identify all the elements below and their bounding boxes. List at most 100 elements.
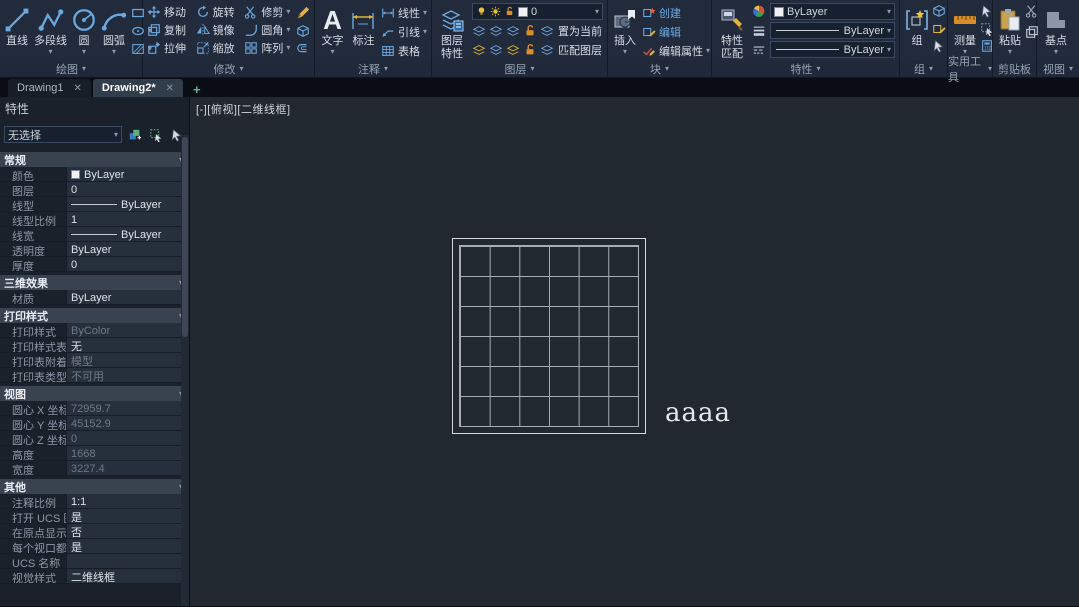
rotate-button[interactable]: 旋转: [196, 3, 237, 20]
table-button[interactable]: 表格: [381, 42, 427, 59]
layer-unisolate-tool-icon[interactable]: [489, 43, 503, 57]
layer-unlock-tool-icon[interactable]: [523, 43, 537, 57]
panel-label-layers[interactable]: 图层▾: [432, 61, 607, 77]
paste-button[interactable]: 粘贴 ▾: [997, 3, 1023, 56]
drawing-text[interactable]: aaaa: [665, 398, 731, 428]
lineweight-icon[interactable]: [752, 24, 766, 38]
scale-button[interactable]: 缩放: [196, 39, 237, 56]
group-button[interactable]: 组: [904, 3, 930, 48]
close-icon[interactable]: ✕: [166, 83, 174, 94]
text-button[interactable]: A 文字 ▾: [319, 3, 346, 56]
property-value[interactable]: ByLayer: [66, 290, 189, 304]
quick-select-icon[interactable]: [980, 4, 994, 18]
move-button[interactable]: 移动: [147, 3, 188, 20]
explode-button[interactable]: [296, 22, 310, 39]
set-current-button[interactable]: 置为当前: [558, 22, 602, 39]
section-header[interactable]: 打印样式▾: [0, 308, 189, 323]
drawing-grid[interactable]: [459, 245, 639, 427]
panel-label-block[interactable]: 块▾: [608, 61, 711, 77]
property-value[interactable]: 3227.4: [66, 461, 189, 475]
select-all-icon[interactable]: [980, 22, 994, 36]
panel-label-utilities[interactable]: 实用工具▾: [948, 61, 992, 77]
circle-button[interactable]: 圆 ▾: [71, 3, 97, 56]
group-select-icon[interactable]: [932, 39, 946, 53]
property-value[interactable]: 不可用: [66, 368, 189, 382]
group-edit-icon[interactable]: [932, 22, 946, 36]
erase-button[interactable]: [296, 4, 310, 21]
tab-drawing2[interactable]: Drawing2* ✕: [93, 79, 183, 97]
leader-button[interactable]: 引线▾: [381, 23, 427, 40]
select-objects-button[interactable]: [147, 127, 164, 142]
palette-scrollbar[interactable]: [181, 135, 189, 606]
panel-label-view[interactable]: 视图▾: [1037, 61, 1079, 77]
panel-label-draw[interactable]: 绘图▾: [0, 61, 142, 77]
stretch-button[interactable]: 拉伸: [147, 39, 188, 56]
model-space-canvas[interactable]: [-][俯视][二维线框] aaaa: [190, 97, 1079, 606]
match-layer-button[interactable]: 匹配图层: [558, 41, 602, 58]
tab-drawing1[interactable]: Drawing1 ✕: [8, 79, 91, 97]
section-header[interactable]: 常规▾: [0, 152, 189, 167]
layer-select[interactable]: 0 ▾: [472, 3, 603, 20]
dimension-button[interactable]: 标注: [350, 3, 377, 48]
mirror-button[interactable]: 镜像: [196, 21, 237, 38]
base-view-button[interactable]: 基点 ▾: [1041, 3, 1071, 56]
quick-calculator-icon[interactable]: [980, 39, 994, 53]
property-value[interactable]: ByLayer: [66, 167, 189, 181]
edit-attributes-button[interactable]: 编辑属性▾: [642, 42, 710, 59]
layer-off-tool-icon[interactable]: [472, 24, 486, 38]
new-tab-button[interactable]: +: [185, 82, 209, 97]
linetype-icon[interactable]: [752, 43, 766, 57]
offset-button[interactable]: [296, 40, 310, 57]
property-value[interactable]: 是: [66, 509, 189, 523]
panel-label-annotate[interactable]: 注释▾: [315, 61, 431, 77]
property-value[interactable]: 否: [66, 524, 189, 538]
measure-button[interactable]: 测量 ▾: [952, 3, 978, 56]
drawing-square-outline[interactable]: [452, 238, 646, 434]
property-value[interactable]: ByLayer: [66, 242, 189, 256]
create-block-button[interactable]: 创建: [642, 4, 710, 21]
close-icon[interactable]: ✕: [73, 83, 81, 94]
toggle-pickadd-button[interactable]: [126, 127, 143, 142]
property-value[interactable]: 1: [66, 212, 189, 226]
linetype-select[interactable]: ByLayer ▾: [770, 41, 895, 58]
polyline-button[interactable]: 多段线 ▾: [34, 3, 67, 56]
layer-lock-tool-icon[interactable]: [523, 24, 537, 38]
insert-block-button[interactable]: 插入 ▾: [612, 3, 638, 56]
property-value[interactable]: ByLayer: [66, 197, 189, 211]
property-value[interactable]: 模型: [66, 353, 189, 367]
property-value[interactable]: 二维线框: [66, 569, 189, 583]
property-value[interactable]: 1668: [66, 446, 189, 460]
panel-label-group[interactable]: 组▾: [900, 61, 947, 77]
property-value[interactable]: [66, 554, 189, 568]
property-value[interactable]: 72959.7: [66, 401, 189, 415]
section-header[interactable]: 视图▾: [0, 386, 189, 401]
property-value[interactable]: 45152.9: [66, 416, 189, 430]
arc-button[interactable]: 圆弧 ▾: [101, 3, 127, 56]
trim-button[interactable]: 修剪▾: [244, 3, 292, 20]
property-value[interactable]: ByColor: [66, 323, 189, 337]
lineweight-select[interactable]: ByLayer ▾: [770, 22, 895, 39]
section-header[interactable]: 三维效果▾: [0, 275, 189, 290]
panel-label-properties[interactable]: 特性▾: [712, 61, 899, 77]
section-header[interactable]: 其他▾: [0, 479, 189, 494]
property-value[interactable]: 是: [66, 539, 189, 553]
panel-label-clipboard[interactable]: 剪贴板: [993, 61, 1036, 77]
object-color-select[interactable]: ByLayer ▾: [770, 3, 895, 20]
ungroup-icon[interactable]: [932, 4, 946, 18]
property-value[interactable]: 0: [66, 182, 189, 196]
layer-isolate-tool-icon[interactable]: [489, 24, 503, 38]
property-value[interactable]: 无: [66, 338, 189, 352]
fillet-button[interactable]: 圆角▾: [244, 21, 292, 38]
edit-block-button[interactable]: 编辑: [642, 23, 710, 40]
property-value[interactable]: 0: [66, 257, 189, 271]
layer-freeze-tool-icon[interactable]: [506, 24, 520, 38]
property-value[interactable]: 0: [66, 431, 189, 445]
line-button[interactable]: 直线: [4, 3, 30, 48]
selection-filter-select[interactable]: 无选择 ▾: [4, 126, 122, 143]
scrollbar-thumb[interactable]: [182, 137, 188, 337]
linear-dim-button[interactable]: 线性▾: [381, 4, 427, 21]
viewport-controls[interactable]: [-][俯视][二维线框]: [196, 101, 291, 117]
property-value[interactable]: ByLayer: [66, 227, 189, 241]
array-button[interactable]: 阵列▾: [244, 39, 292, 56]
layer-properties-button[interactable]: 图层特性: [436, 3, 468, 60]
